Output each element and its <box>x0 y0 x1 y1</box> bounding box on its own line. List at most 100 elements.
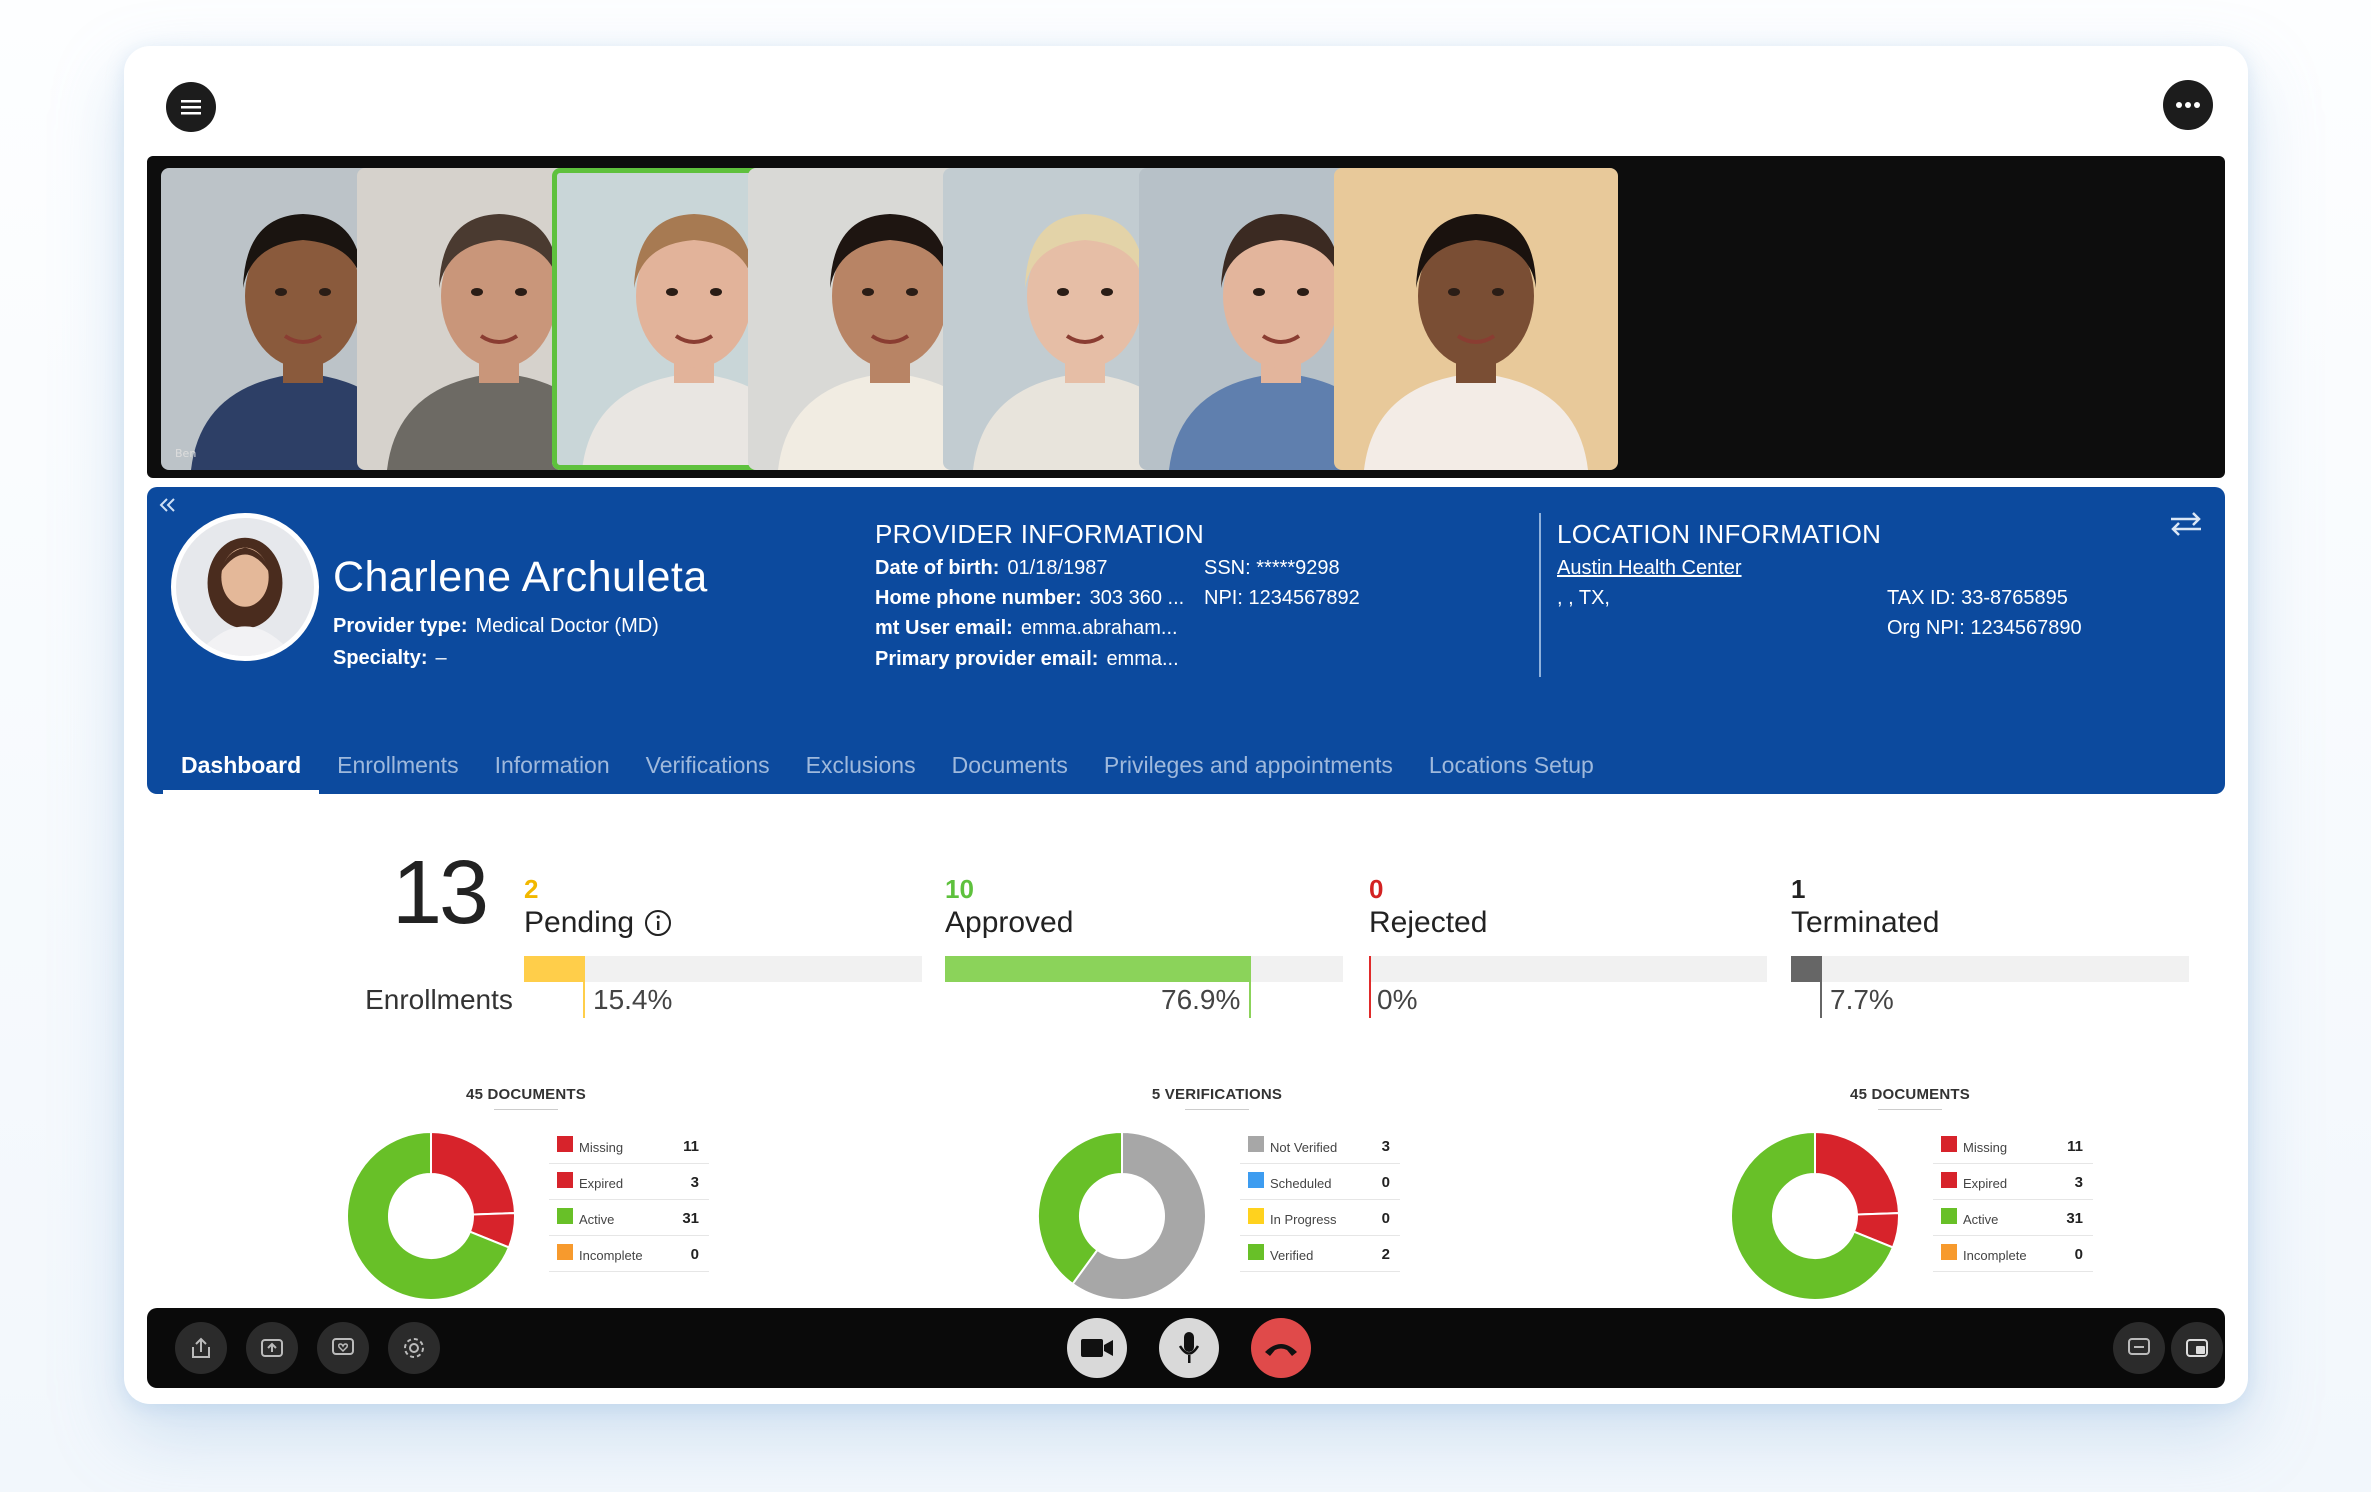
legend-swatch <box>557 1172 573 1188</box>
provider-type-value: Medical Doctor (MD) <box>475 615 659 637</box>
primary-email-row: Primary provider email: emma... <box>875 648 1179 671</box>
legend-value: 3 <box>690 1174 699 1191</box>
stat-pending: 2 Pending 15.4% <box>524 874 922 1034</box>
stat-label: Terminated <box>1791 906 1940 939</box>
provider-name: Charlene Archuleta <box>333 553 708 601</box>
legend-row: Not Verified 3 <box>1240 1128 1400 1164</box>
donut-svg <box>1730 1131 1900 1301</box>
orgnpi-row: Org NPI: 1234567890 <box>1887 617 2082 640</box>
tab-locations-setup[interactable]: Locations Setup <box>1411 737 1612 794</box>
tab-dashboard[interactable]: Dashboard <box>163 737 320 794</box>
stat-rejected: 0 Rejected 0% <box>1369 874 1767 1034</box>
donut-slice-missing[interactable] <box>1814 1131 1900 1216</box>
video-camera-icon <box>1081 1339 1113 1357</box>
legend-value: 0 <box>1381 1174 1390 1191</box>
more-options-button[interactable] <box>2163 80 2213 130</box>
donut-title: 5 VERIFICATIONS <box>1017 1086 1417 1110</box>
tab-enrollments[interactable]: Enrollments <box>319 737 476 794</box>
legend-label: Expired <box>1963 1176 2008 1191</box>
orgnpi-label: Org NPI: <box>1887 617 1965 639</box>
stat-terminated: 1 Terminated 7.7% <box>1791 874 2189 1034</box>
legend-row: Incomplete 0 <box>549 1236 709 1272</box>
hamburger-menu-button[interactable] <box>166 82 216 132</box>
switch-location-button[interactable] <box>2169 511 2203 542</box>
provider-tabs: Dashboard Enrollments Information Verificat… <box>163 737 1612 794</box>
legend-swatch <box>1248 1136 1264 1152</box>
stat-count: 2 <box>524 874 539 904</box>
legend-label: Missing <box>579 1140 624 1155</box>
legend-label: Incomplete <box>1963 1248 2027 1263</box>
legend-swatch <box>1248 1244 1264 1260</box>
location-center-link[interactable]: Austin Health Center <box>1557 557 1742 580</box>
stat-progress-marker <box>583 956 585 1018</box>
enrollments-label: Enrollments <box>365 984 513 1015</box>
participant-video-strip: Ben <box>147 156 2225 478</box>
participant-tile[interactable] <box>1334 168 1618 470</box>
microphone-toggle-button[interactable] <box>1159 1318 1219 1378</box>
stat-progress-fill <box>524 956 585 982</box>
share-button[interactable] <box>175 1322 227 1374</box>
participant-name-label: Ben <box>175 447 197 460</box>
picture-in-picture-button[interactable] <box>2171 1322 2223 1374</box>
legend-row: Scheduled 0 <box>1240 1164 1400 1200</box>
stat-label-row: Rejected <box>1369 906 1767 940</box>
legend-swatch <box>1941 1244 1957 1260</box>
provider-photo <box>176 518 314 656</box>
heart-chat-icon <box>332 1338 354 1355</box>
legend-value: 31 <box>2066 1210 2083 1227</box>
stat-progress-bar: 0% <box>1369 956 1767 1018</box>
screen: Ben Charlene Archuleta Provider type: Me… <box>0 0 2371 1492</box>
legend-row: Expired 3 <box>1933 1164 2093 1200</box>
legend-label: Scheduled <box>1270 1176 1332 1191</box>
chat-button[interactable] <box>2113 1322 2165 1374</box>
ssn-label: SSN: <box>1204 557 1251 579</box>
settings-button[interactable] <box>388 1322 440 1374</box>
mt-email-value: emma.abraham... <box>1020 617 1178 639</box>
donut-title: 45 DOCUMENTS <box>1710 1086 2110 1110</box>
stat-label: Approved <box>945 906 1074 939</box>
legend-label: Active <box>579 1212 615 1227</box>
tab-verifications[interactable]: Verifications <box>628 737 788 794</box>
legend-swatch <box>1248 1172 1264 1188</box>
stat-progress-marker <box>1820 956 1822 1018</box>
reactions-button[interactable] <box>317 1322 369 1374</box>
legend-swatch <box>1248 1208 1264 1224</box>
ssn-row: SSN: *****9298 <box>1204 557 1340 580</box>
stat-label-row: Approved <box>945 906 1343 940</box>
call-control-bar <box>147 1308 2225 1388</box>
collapse-panel-button[interactable] <box>159 493 177 519</box>
stat-label-row: Terminated <box>1791 906 2189 940</box>
stat-progress-bar: 15.4% <box>524 956 922 1018</box>
taxid-value: 33-8765895 <box>1961 587 2068 609</box>
donut-slice-missing[interactable] <box>430 1131 516 1216</box>
legend-label: Active <box>1963 1212 1999 1227</box>
stat-percent: 15.4% <box>593 984 673 1015</box>
camera-toggle-button[interactable] <box>1067 1318 1127 1378</box>
tab-privileges-and-appointments[interactable]: Privileges and appointments <box>1086 737 1411 794</box>
legend-row: Missing 11 <box>1933 1128 2093 1164</box>
primary-email-label: Primary provider email: <box>875 648 1099 670</box>
share-icon <box>192 1337 210 1358</box>
legend-label: Not Verified <box>1270 1140 1338 1155</box>
legend-label: Expired <box>579 1176 624 1191</box>
legend-value: 3 <box>2074 1174 2083 1191</box>
legend-label: Verified <box>1270 1248 1314 1263</box>
end-call-button[interactable] <box>1251 1318 1311 1378</box>
info-icon[interactable] <box>644 909 672 937</box>
legend-label: In Progress <box>1270 1212 1337 1227</box>
upload-button[interactable] <box>246 1322 298 1374</box>
donut-svg <box>346 1131 516 1301</box>
tab-documents[interactable]: Documents <box>934 737 1086 794</box>
donut-svg <box>1037 1131 1207 1301</box>
tab-exclusions[interactable]: Exclusions <box>788 737 934 794</box>
legend-row: Active 31 <box>1933 1200 2093 1236</box>
legend-swatch <box>557 1136 573 1152</box>
tab-information[interactable]: Information <box>477 737 628 794</box>
ssn-value: *****9298 <box>1256 557 1340 579</box>
stat-progress-bar: 7.7% <box>1791 956 2189 1018</box>
provider-avatar <box>171 513 319 661</box>
npi-row: NPI: 1234567892 <box>1204 587 1360 610</box>
stat-count: 0 <box>1369 874 1384 904</box>
primary-email-value: emma... <box>1106 648 1179 670</box>
stat-percent: 7.7% <box>1830 984 1894 1015</box>
